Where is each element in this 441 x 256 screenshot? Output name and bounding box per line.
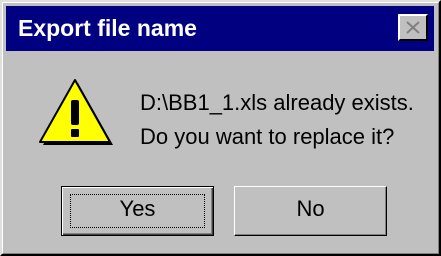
no-button-label: No <box>296 196 325 221</box>
dialog-title: Export file name <box>18 15 197 41</box>
message-line-2: Do you want to replace it? <box>140 124 395 149</box>
focus-rectangle <box>70 194 205 228</box>
export-file-name-dialog: Export file name D:\BB1_1.xls already ex… <box>0 0 441 256</box>
title-bar[interactable]: Export file name <box>6 6 434 51</box>
message-line-1: D:\BB1_1.xls already exists. <box>140 90 414 115</box>
message-text: D:\BB1_1.xls already exists. Do you want… <box>140 86 414 154</box>
close-icon <box>406 21 420 34</box>
yes-button[interactable]: Yes <box>61 186 214 236</box>
warning-icon <box>39 79 113 145</box>
no-button[interactable]: No <box>234 186 387 236</box>
close-button[interactable] <box>398 14 428 41</box>
